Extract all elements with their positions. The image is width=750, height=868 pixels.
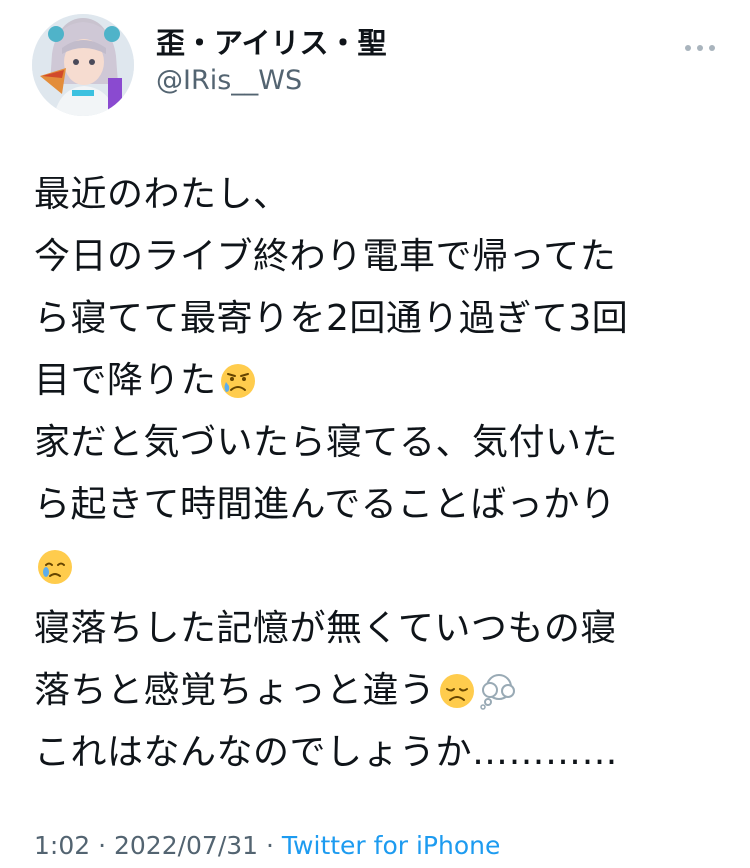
- tweet-line-text: ら寝てて最寄りを2回通り過ぎて3回: [34, 298, 629, 339]
- avatar[interactable]: [32, 14, 134, 116]
- disappointed-face-emoji: [438, 672, 476, 710]
- tweet-meta: 1:02 · 2022/07/31 · Twitter for iPhone: [34, 826, 500, 866]
- tweet-time[interactable]: 1:02: [34, 831, 90, 860]
- tweet-line-text: ら起きて時間進んでることばっかり: [34, 484, 617, 525]
- tweet-line-text: 落ちと感覚ちょっと違う: [34, 670, 436, 711]
- tweet-line: [34, 536, 724, 598]
- tweet-line: 今日のライブ終わり電車で帰ってた: [34, 226, 724, 288]
- tweet-line-text: 家だと気づいたら寝てる、気付いた: [34, 422, 619, 463]
- tweet-line: 最近のわたし、: [34, 164, 724, 226]
- tweet-source-link[interactable]: Twitter for iPhone: [282, 831, 500, 860]
- tweet-text: 最近のわたし、 今日のライブ終わり電車で帰ってた ら寝てて最寄りを2回通り過ぎて…: [34, 164, 724, 784]
- author-names: 歪・アイリス・聖 @IRis__WS: [156, 26, 387, 98]
- more-horizontal-icon[interactable]: [680, 34, 720, 62]
- avatar-image: [32, 14, 134, 116]
- tweet-line-text: 寝落ちした記憶が無くていつもの寝: [34, 608, 617, 649]
- tweet-line: 寝落ちした記憶が無くていつもの寝: [34, 598, 724, 660]
- tweet-line-text: 最近のわたし、: [34, 174, 290, 215]
- tweet-date[interactable]: 2022/07/31: [114, 831, 258, 860]
- tweet-line: ら寝てて最寄りを2回通り過ぎて3回: [34, 288, 724, 350]
- tweet-line: 落ちと感覚ちょっと違う: [34, 660, 724, 722]
- tweet-line-text: 今日のライブ終わり電車で帰ってた: [34, 236, 617, 277]
- tweet-header: 歪・アイリス・聖 @IRis__WS: [32, 14, 722, 118]
- handle[interactable]: @IRis__WS: [156, 64, 387, 98]
- tweet-card: 歪・アイリス・聖 @IRis__WS 最近のわたし、 今日のライブ終わり電車で帰…: [0, 0, 750, 868]
- tweet-line: 目で降りた: [34, 350, 724, 412]
- face-holding-back-tears-emoji: [36, 548, 74, 586]
- dot: [685, 45, 691, 51]
- separator: ·: [90, 831, 114, 860]
- tweet-line: 家だと気づいたら寝てる、気付いた: [34, 412, 724, 474]
- tweet-line: これはなんなのでしょうか…………: [34, 722, 724, 784]
- dot: [709, 45, 715, 51]
- tweet-line-text: 目で降りた: [34, 360, 217, 401]
- thought-balloon-emoji: [478, 672, 516, 710]
- display-name[interactable]: 歪・アイリス・聖: [156, 26, 387, 60]
- sad-but-relieved-face-emoji: [219, 362, 257, 400]
- tweet-line: ら起きて時間進んでることばっかり: [34, 474, 724, 536]
- tweet-line-text: これはなんなのでしょうか…………: [34, 732, 619, 773]
- separator: ·: [258, 831, 282, 860]
- dot: [697, 45, 703, 51]
